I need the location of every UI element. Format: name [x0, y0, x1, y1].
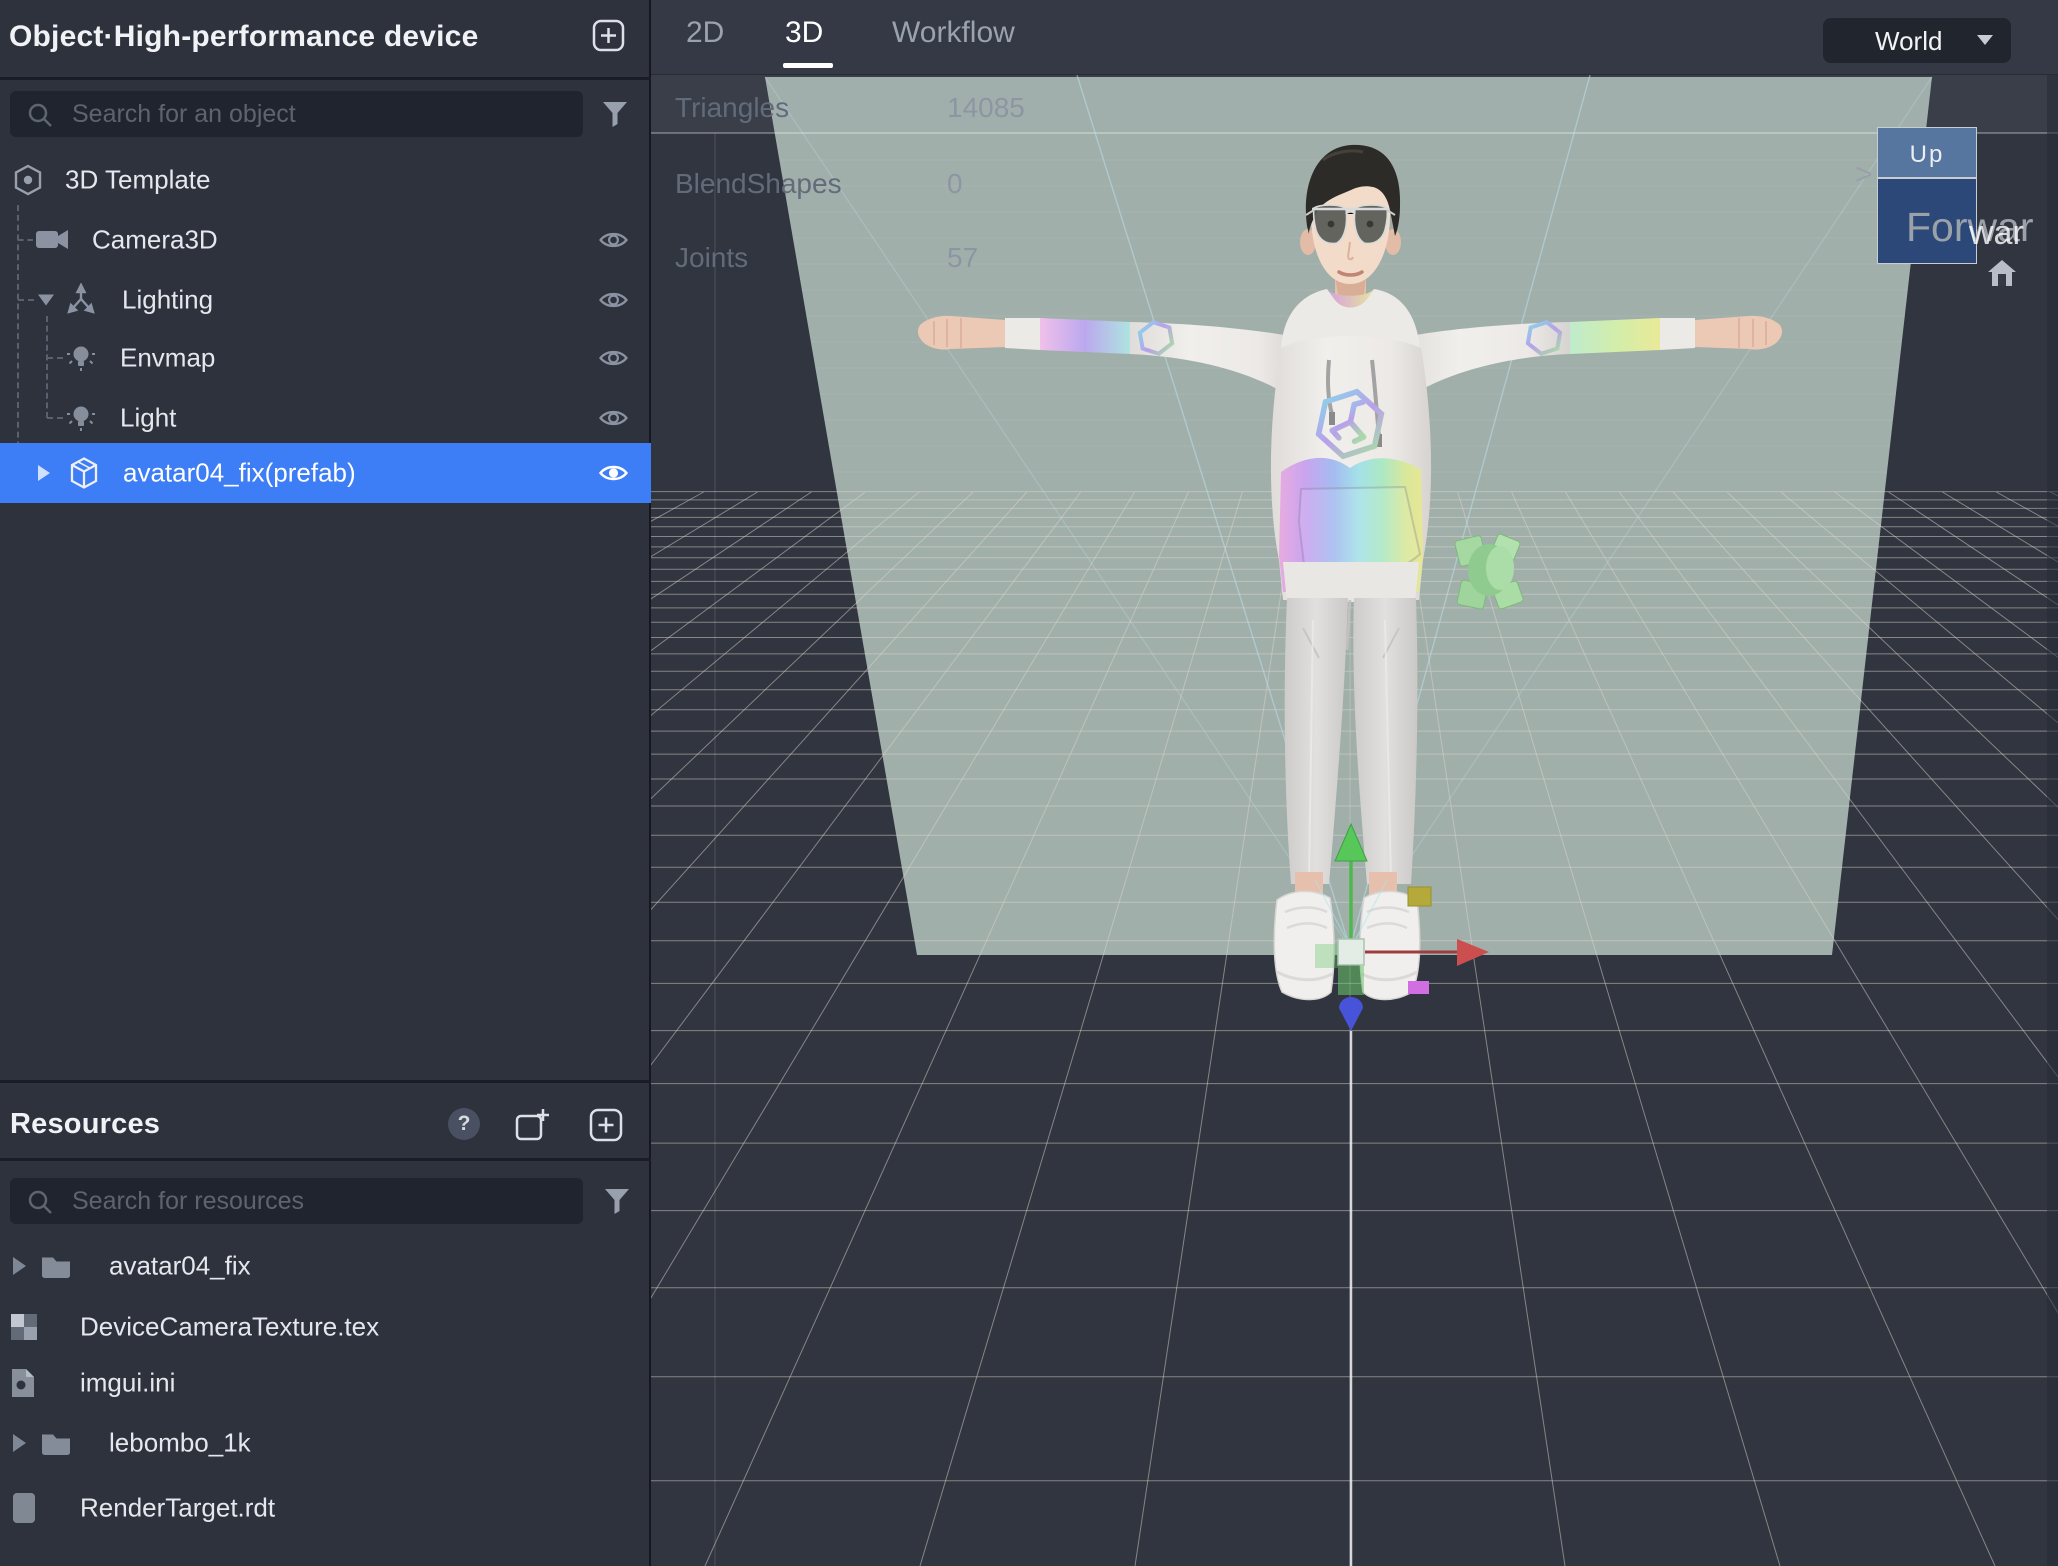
- stat-value: 14085: [947, 92, 1025, 124]
- divider: [0, 1080, 651, 1083]
- nav-x-axis-icon[interactable]: >: [1855, 158, 1873, 192]
- texture-icon: [10, 1313, 38, 1341]
- object-panel: Object·High-performance device 3D Templa…: [0, 0, 651, 1566]
- nav-up-button[interactable]: Up: [1877, 127, 1977, 178]
- object-search-input[interactable]: [72, 91, 572, 137]
- add-resource-button[interactable]: [589, 1108, 623, 1147]
- import-resource-button[interactable]: [513, 1106, 551, 1149]
- visibility-eye-icon[interactable]: [598, 462, 629, 485]
- visibility-eye-icon[interactable]: [598, 229, 629, 252]
- stat-value: 0: [947, 168, 963, 200]
- hoodie-hem: [1283, 562, 1419, 602]
- world-dropdown-label: World: [1875, 26, 1942, 57]
- visibility-eye-icon[interactable]: [598, 407, 629, 430]
- tree-item-envmap[interactable]: Envmap: [0, 328, 651, 388]
- resource-item-lebombo-1k[interactable]: lebombo_1k: [0, 1421, 651, 1465]
- object-panel-title: Object·High-performance device: [9, 20, 478, 54]
- divider: [0, 1158, 651, 1161]
- search-icon: [26, 1188, 54, 1216]
- add-object-button[interactable]: [592, 19, 625, 57]
- resource-search-input[interactable]: [72, 1178, 572, 1224]
- tab-2d[interactable]: 2D: [686, 16, 724, 50]
- resource-filter-icon[interactable]: [602, 1186, 632, 1216]
- stat-value: 57: [947, 242, 978, 274]
- resource-item-avatar04-fix[interactable]: avatar04_fix: [0, 1244, 651, 1288]
- light-bulb-icon: [66, 402, 96, 434]
- resource-item-devicecameratexture[interactable]: DeviceCameraTexture.tex: [0, 1305, 651, 1349]
- home-view-icon[interactable]: [1986, 258, 2018, 288]
- tree-item-avatar04-fix-prefab[interactable]: avatar04_fix(prefab): [0, 443, 651, 503]
- resource-search: [10, 1178, 583, 1224]
- gizmo-plane-handle-yellow[interactable]: [1408, 887, 1431, 906]
- gizmo-plane-handle-magenta[interactable]: [1408, 981, 1429, 994]
- avatar-left-cuff: [1040, 318, 1130, 354]
- tree-item-light[interactable]: Light: [0, 388, 651, 448]
- tree-item-lighting[interactable]: Lighting: [0, 270, 651, 330]
- scene-hexagon-icon: [12, 163, 44, 197]
- file-icon: [12, 1492, 36, 1524]
- avatar-right-cuff: [1570, 318, 1660, 354]
- tree-item-camera3d[interactable]: Camera3D: [0, 210, 651, 270]
- collapse-arrow-icon[interactable]: [38, 295, 54, 306]
- stat-label: Joints: [675, 242, 748, 273]
- light-bulb-icon: [66, 342, 96, 374]
- tree-item-3d-template[interactable]: 3D Template: [0, 150, 651, 210]
- object-filter-icon[interactable]: [600, 99, 630, 129]
- camera-icon: [35, 226, 71, 254]
- search-icon: [26, 101, 54, 129]
- nav-overlap-label: war: [1969, 214, 2024, 253]
- folder-icon: [40, 1253, 72, 1280]
- tab-3d[interactable]: 3D: [785, 16, 823, 50]
- avatar-right-wristband: [1660, 318, 1695, 350]
- lighting-node-icon: [64, 283, 98, 317]
- file-icon: [10, 1367, 36, 1399]
- expand-arrow-icon[interactable]: [13, 1257, 26, 1275]
- world-space-dropdown[interactable]: World: [1823, 18, 2011, 63]
- expand-arrow-icon[interactable]: [13, 1434, 26, 1452]
- gizmo-center-handle[interactable]: [1338, 939, 1364, 965]
- help-icon[interactable]: ?: [448, 1108, 480, 1140]
- object-search: [10, 91, 583, 137]
- prefab-cube-icon: [68, 456, 100, 490]
- stat-label: BlendShapes: [675, 168, 842, 199]
- divider: [0, 77, 651, 80]
- resources-title: Resources: [10, 1108, 160, 1141]
- folder-icon: [40, 1430, 72, 1457]
- visibility-eye-icon[interactable]: [598, 347, 629, 370]
- view-orientation-gizmo: > Up Forwar war: [1831, 120, 2058, 300]
- viewport: 2D 3D Workflow Triangles 14085 BlendShape…: [651, 0, 2058, 1566]
- chevron-down-icon: [1977, 35, 1993, 45]
- stat-label: Triangles: [675, 92, 789, 123]
- avatar-left-wristband: [1005, 318, 1040, 350]
- active-tab-underline: [783, 63, 833, 68]
- expand-arrow-icon[interactable]: [38, 465, 50, 481]
- resource-item-imgui-ini[interactable]: imgui.ini: [0, 1361, 651, 1405]
- tab-workflow[interactable]: Workflow: [892, 16, 1015, 50]
- visibility-eye-icon[interactable]: [598, 289, 629, 312]
- resource-item-rendertarget[interactable]: RenderTarget.rdt: [0, 1486, 651, 1530]
